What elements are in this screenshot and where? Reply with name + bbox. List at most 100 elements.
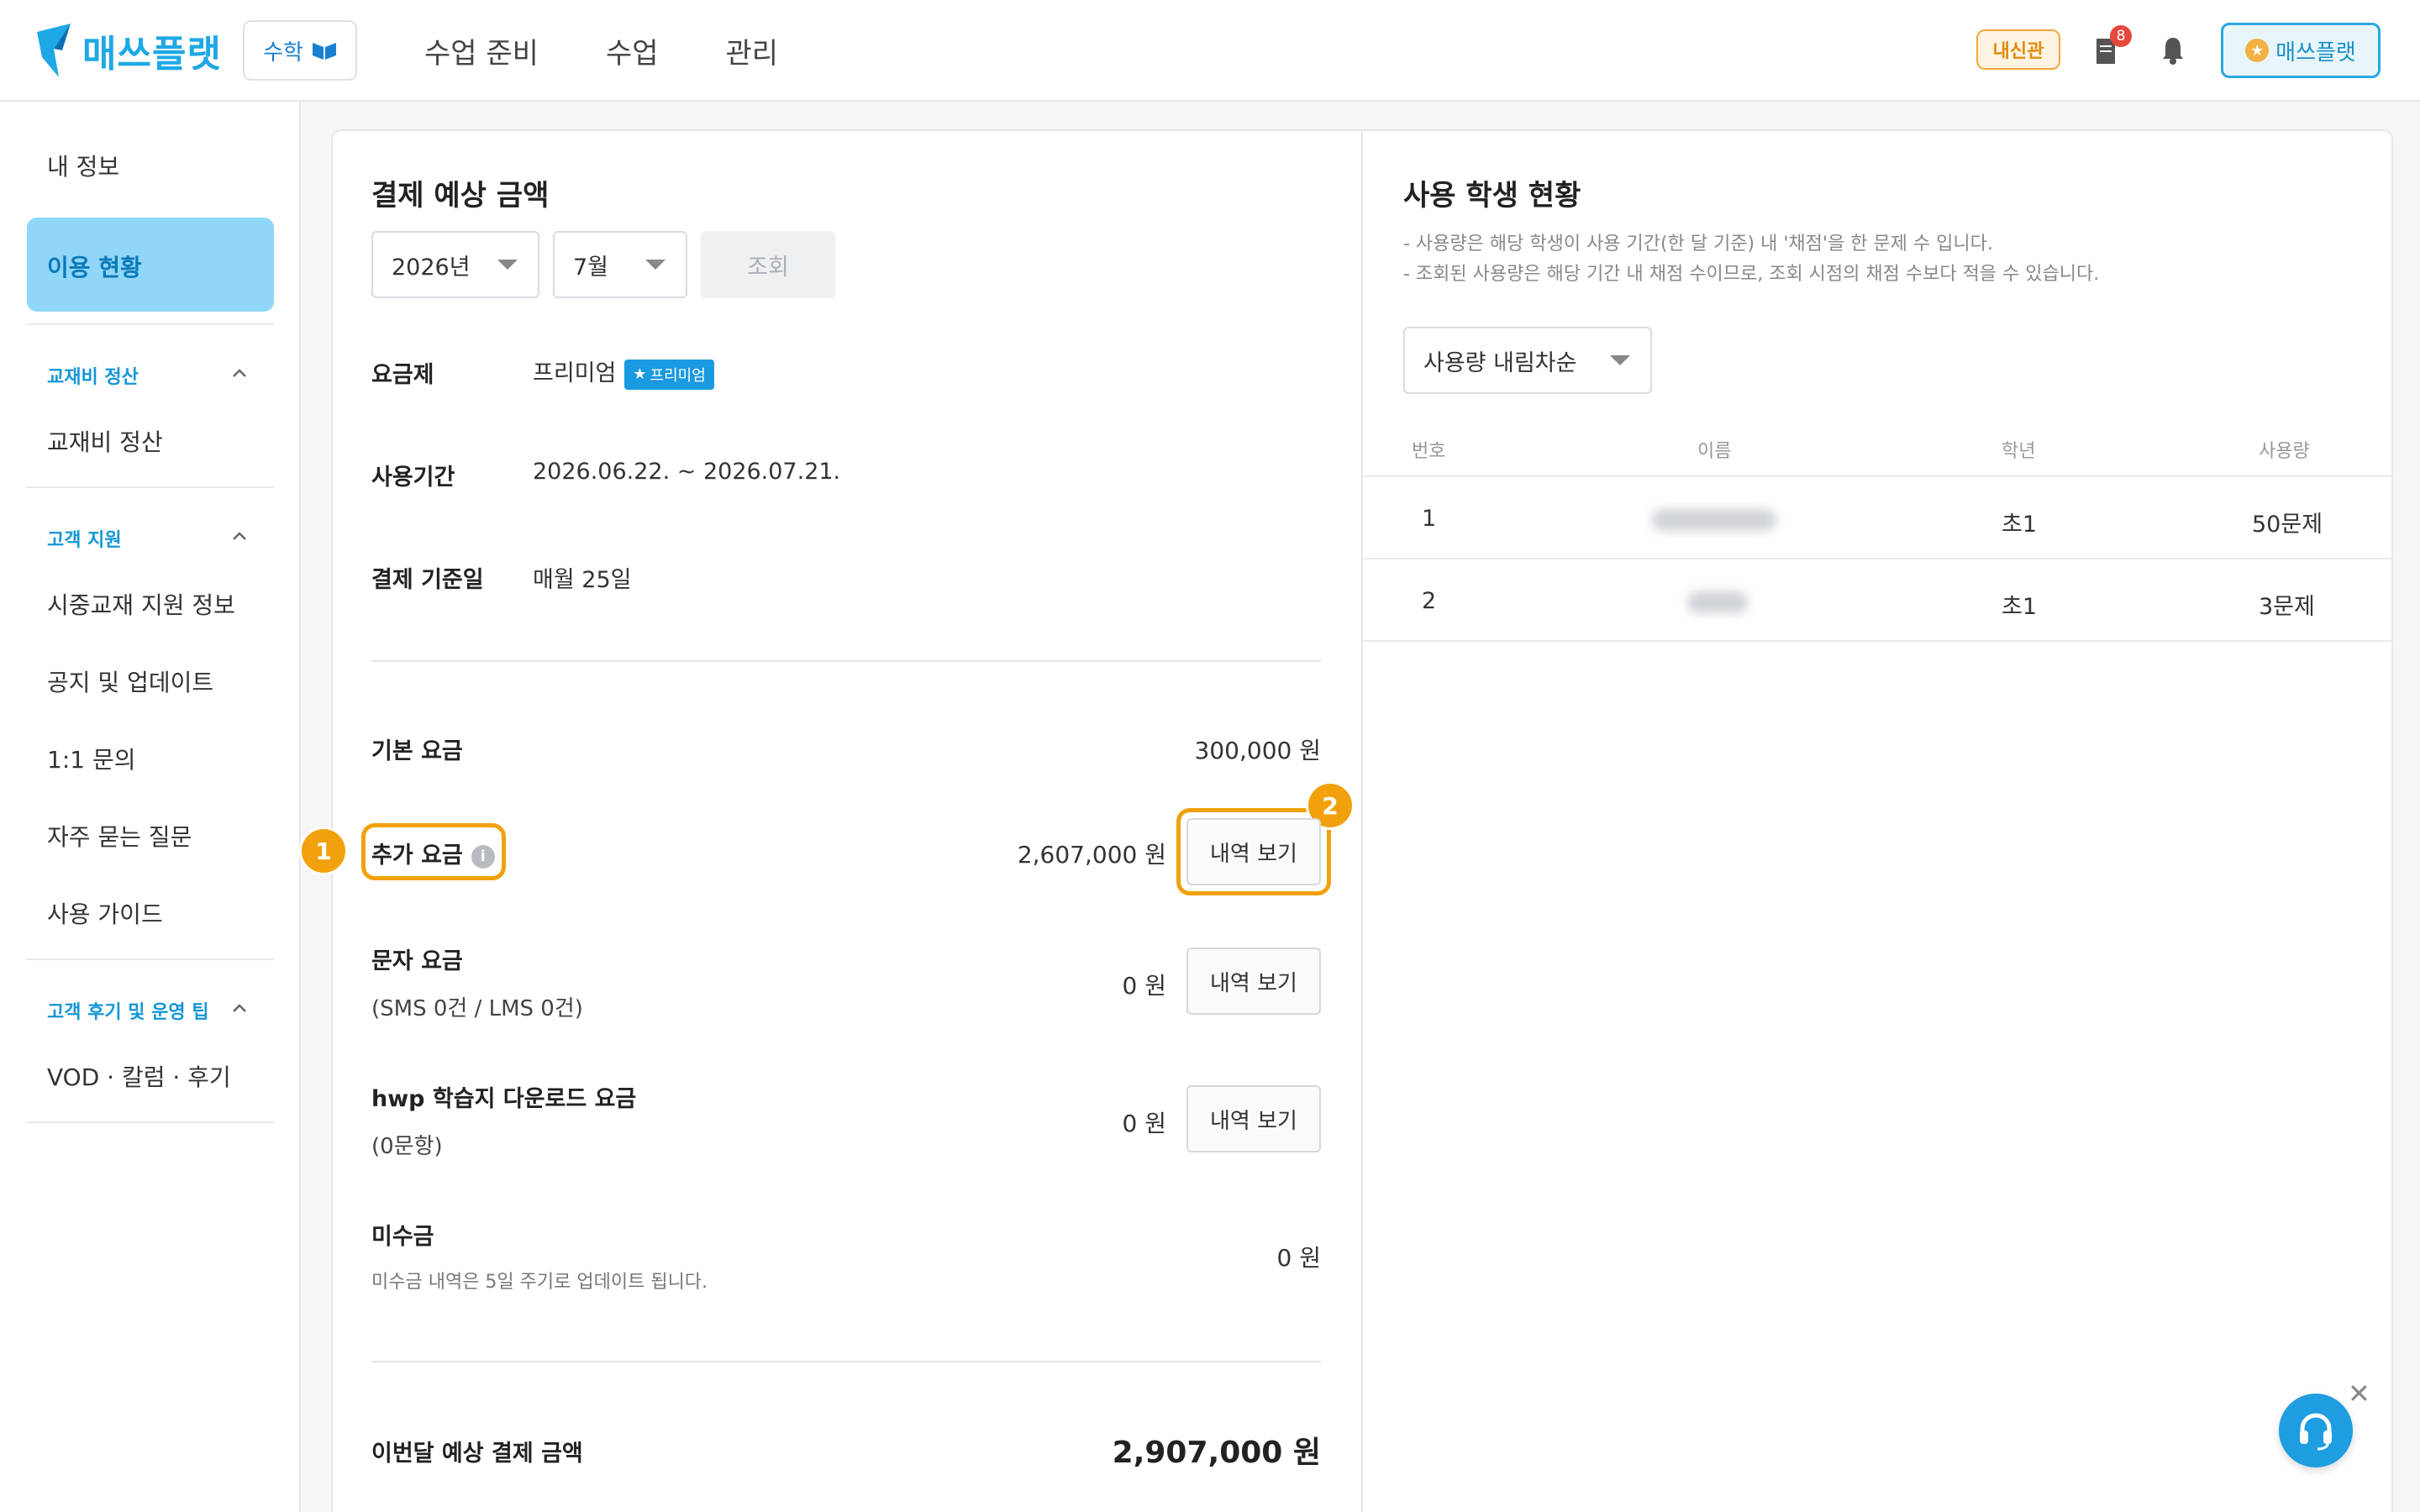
base-fee-label: 기본 요금 <box>371 738 463 764</box>
plan-label: 요금제 <box>371 362 434 388</box>
sidebar-item-faq[interactable]: 자주 묻는 질문 <box>47 819 192 853</box>
sidebar-item-vod[interactable]: VOD · 칼럼 · 후기 <box>47 1059 231 1093</box>
row-grade: 초1 <box>2002 594 2038 620</box>
sidebar-item-inquiry[interactable]: 1:1 문의 <box>47 742 135 775</box>
star-coin-icon: ★ <box>2245 39 2270 62</box>
brand-button[interactable]: ★ 매쓰플랫 <box>2221 23 2381 78</box>
top-header: 매쓰플랫 수학 수업 준비 수업 관리 내신관 8 ★ 매쓰플랫 <box>0 0 2420 102</box>
close-icon[interactable]: ✕ <box>2348 1378 2370 1410</box>
sidebar-section-textbook[interactable]: 교재비 정산 <box>47 362 139 389</box>
sidebar-item-guide[interactable]: 사용 가이드 <box>47 896 163 930</box>
extra-fee-label: 추가 요금 i <box>371 837 495 869</box>
section-divider <box>371 1361 1321 1362</box>
book-icon <box>312 43 336 60</box>
sidebar-item-usage-label: 이용 현황 <box>47 254 142 281</box>
sms-fee-label: 문자 요금 <box>371 948 463 974</box>
nav-class[interactable]: 수업 <box>606 30 659 71</box>
caret-down-icon <box>645 260 666 270</box>
chevron-up-icon[interactable] <box>232 1003 247 1013</box>
hwp-fee-detail-button[interactable]: 내역 보기 <box>1186 1085 1321 1152</box>
students-desc-2: - 조회된 사용량은 해당 기간 내 채점 수이므로, 조회 시점의 채점 수보… <box>1403 264 2100 285</box>
caret-down-icon <box>1610 355 1630 365</box>
sidebar-section-support[interactable]: 고객 지원 <box>47 525 122 552</box>
row-usage: 3문제 <box>2259 594 2315 620</box>
student-name-blurred <box>1652 509 1776 531</box>
sidebar-item-textbook-settle[interactable]: 교재비 정산 <box>47 424 163 458</box>
premium-badge-label: 프리미엄 <box>650 366 706 385</box>
hwp-fee-value: 0 원 <box>1122 1110 1166 1137</box>
sidebar-section-reviews[interactable]: 고객 후기 및 운영 팁 <box>47 997 209 1024</box>
info-icon[interactable]: i <box>471 844 495 869</box>
col-header-grade: 학년 <box>2002 441 2036 462</box>
period-value: 2026.06.22. ~ 2026.07.21. <box>533 459 841 485</box>
nav-manage[interactable]: 관리 <box>726 30 779 71</box>
logo[interactable]: 매쓰플랫 <box>37 24 222 77</box>
col-header-name: 이름 <box>1697 441 1732 462</box>
col-header-usage: 사용량 <box>2259 441 2310 462</box>
row-usage: 50문제 <box>2252 512 2323 538</box>
total-label: 이번달 예상 결제 금액 <box>371 1441 583 1467</box>
sort-select[interactable]: 사용량 내림차순 <box>1403 327 1652 394</box>
sidebar-item-market-textbook[interactable]: 시중교재 지원 정보 <box>47 587 235 621</box>
payment-title: 결제 예상 금액 <box>371 179 550 213</box>
student-name-blurred <box>1687 591 1748 613</box>
base-fee-value: 300,000 원 <box>1194 737 1321 764</box>
sidebar-item-my-info[interactable]: 내 정보 <box>47 149 119 182</box>
extra-fee-detail-button[interactable]: 내역 보기 <box>1186 818 1321 885</box>
bell-icon[interactable] <box>2154 32 2191 69</box>
total-value: 2,907,000 원 <box>1112 1436 1321 1470</box>
students-title: 사용 학생 현황 <box>1403 179 1581 213</box>
search-button[interactable]: 조회 <box>701 231 835 298</box>
year-select[interactable]: 2026년 <box>371 231 539 298</box>
premium-badge: ★ 프리미엄 <box>624 359 714 390</box>
sidebar-divider <box>27 323 274 325</box>
sidebar-divider <box>27 486 274 488</box>
subject-selector[interactable]: 수학 <box>243 20 357 81</box>
row-grade: 초1 <box>2002 512 2038 538</box>
caret-down-icon <box>497 260 518 270</box>
table-row-line <box>1363 640 2391 642</box>
billing-day-label: 결제 기준일 <box>371 567 484 593</box>
panel-divider <box>1361 131 1363 1512</box>
sms-fee-detail-button[interactable]: 내역 보기 <box>1186 948 1321 1015</box>
billing-day-value: 매월 25일 <box>533 567 632 593</box>
row-number: 2 <box>1422 588 1437 614</box>
year-select-value: 2026년 <box>392 254 471 281</box>
star-icon: ★ <box>633 365 647 383</box>
hwp-fee-sub: (0문항) <box>371 1134 443 1159</box>
plan-value-text: 프리미엄 <box>533 360 617 386</box>
chevron-up-icon[interactable] <box>232 368 247 378</box>
top-nav: 수업 준비 수업 관리 <box>424 30 778 71</box>
month-select-value: 7월 <box>573 254 609 281</box>
month-select[interactable]: 7월 <box>553 231 687 298</box>
students-desc-1: - 사용량은 해당 학생이 사용 기간(한 달 기준) 내 '채점'을 한 문제… <box>1403 234 1993 255</box>
hwp-fee-label: hwp 학습지 다운로드 요금 <box>371 1086 637 1112</box>
sidebar-item-usage[interactable]: 이용 현황 <box>27 218 274 312</box>
col-header-number: 번호 <box>1412 441 1446 462</box>
section-divider <box>371 660 1321 662</box>
logo-mark-icon <box>37 24 71 77</box>
sort-select-value: 사용량 내림차순 <box>1423 349 1577 376</box>
period-label: 사용기간 <box>371 465 455 491</box>
sidebar-divider <box>27 1121 274 1123</box>
row-number: 1 <box>1422 506 1437 532</box>
subject-label: 수학 <box>263 39 303 66</box>
nav-class-prep[interactable]: 수업 준비 <box>424 30 539 71</box>
plan-value: 프리미엄 ★ 프리미엄 <box>533 354 714 390</box>
notes-count-badge: 8 <box>2110 25 2132 47</box>
highlight-marker-1: 1 <box>299 827 348 875</box>
logo-text: 매쓰플랫 <box>82 33 222 76</box>
sms-fee-value: 0 원 <box>1122 972 1166 1000</box>
headset-icon <box>2300 1413 2332 1451</box>
sidebar: 내 정보 이용 현황 교재비 정산 교재비 정산 고객 지원 시중교재 지원 정… <box>0 102 301 1512</box>
unpaid-label: 미수금 <box>371 1224 434 1250</box>
unpaid-note: 미수금 내역은 5일 주기로 업데이트 됩니다. <box>371 1272 708 1293</box>
sms-fee-sub: (SMS 0건 / LMS 0건) <box>371 996 583 1021</box>
chevron-up-icon[interactable] <box>232 531 247 541</box>
sidebar-item-notice[interactable]: 공지 및 업데이트 <box>47 664 213 698</box>
chat-support-button[interactable] <box>2279 1394 2353 1467</box>
table-row-line <box>1363 558 2391 559</box>
extra-fee-value: 2,607,000 원 <box>1017 841 1166 869</box>
unpaid-value: 0 원 <box>1276 1244 1321 1272</box>
naesin-badge[interactable]: 내신관 <box>1976 29 2060 70</box>
